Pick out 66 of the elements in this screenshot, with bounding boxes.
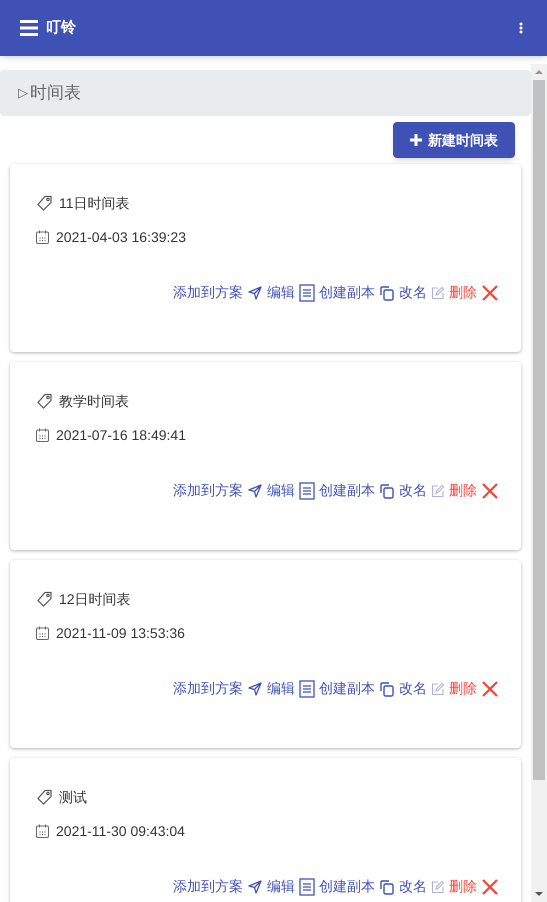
rename-action[interactable]: 改名 [399,876,445,897]
calendar-icon [36,824,49,838]
copy-action[interactable]: 创建副本 [319,876,395,897]
app-title: 叮铃 [46,18,76,38]
list-icon [299,680,315,698]
copy-action[interactable]: 创建副本 [319,678,395,699]
created-time: 2021-04-03 16:39:23 [56,228,186,246]
copy-icon [379,284,395,300]
copy-action[interactable]: 创建副本 [319,282,395,303]
close-icon [481,680,499,698]
edit-action[interactable]: 编辑 [267,876,315,897]
created-time: 2021-07-16 18:49:41 [56,426,186,444]
schedule-name: 12日时间表 [59,590,131,608]
delete-action[interactable]: 删除 [449,678,499,699]
rename-action[interactable]: 改名 [399,282,445,303]
schedule-name: 11日时间表 [59,194,130,212]
add-action[interactable]: 添加到方案 [173,678,263,699]
add-action[interactable]: 添加到方案 [173,480,263,501]
tag-icon [36,194,53,212]
scrollbar-thumb[interactable] [533,80,545,780]
list-icon [299,482,315,500]
add-action[interactable]: 添加到方案 [173,876,263,897]
rename-action[interactable]: 改名 [399,678,445,699]
pencil-icon [431,286,445,300]
send-icon [247,680,263,696]
tag-icon [36,590,53,608]
copy-icon [379,680,395,696]
edit-action[interactable]: 编辑 [267,678,315,699]
tag-icon [36,788,53,806]
created-time: 2021-11-30 09:43:04 [56,822,185,840]
close-icon [481,482,499,500]
delete-action[interactable]: 删除 [449,876,499,897]
copy-action[interactable]: 创建副本 [319,480,395,501]
section-title: 时间表 [30,82,81,104]
more-icon[interactable] [519,22,523,34]
calendar-icon [36,626,49,640]
tag-icon [36,392,53,410]
pencil-icon [431,880,445,894]
add-action[interactable]: 添加到方案 [173,282,263,303]
close-icon [481,284,499,302]
copy-icon [379,878,395,894]
schedule-name: 测试 [59,788,87,806]
pencil-icon [431,682,445,696]
list-icon [299,284,315,302]
send-icon [247,284,263,300]
rename-action[interactable]: 改名 [399,480,445,501]
edit-action[interactable]: 编辑 [267,282,315,303]
send-icon [247,878,263,894]
delete-action[interactable]: 删除 [449,282,499,303]
schedule-name: 教学时间表 [59,392,129,410]
list-icon [299,878,315,896]
section-header[interactable]: ▷时间表 [0,70,531,116]
calendar-icon [36,230,49,244]
triangle-marker: ▷ [18,84,28,102]
delete-action[interactable]: 删除 [449,480,499,501]
pencil-icon [431,484,445,498]
close-icon [481,878,499,896]
plus-icon [410,134,422,146]
copy-icon [379,482,395,498]
new-schedule-button[interactable]: 新建时间表 [393,122,515,158]
calendar-icon [36,428,49,442]
edit-action[interactable]: 编辑 [267,480,315,501]
send-icon [247,482,263,498]
menu-icon[interactable] [20,20,38,36]
scrollbar[interactable] [531,64,547,902]
created-time: 2021-11-09 13:53:36 [56,624,185,642]
